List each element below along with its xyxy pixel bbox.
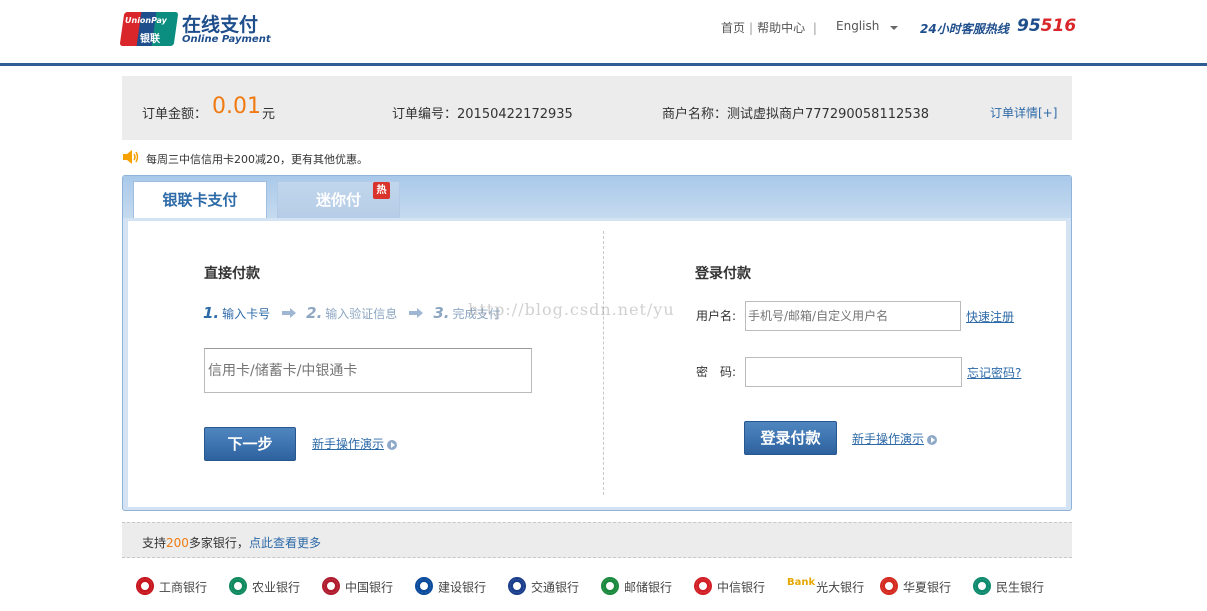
order-number: 订单编号：20150422172935 bbox=[392, 107, 573, 122]
tab-bar: 银联卡支付 迷你付 热 bbox=[123, 176, 1071, 218]
cmbc-icon bbox=[973, 577, 991, 595]
bank-item[interactable]: 中信银行 bbox=[694, 577, 766, 600]
psbc-icon bbox=[601, 577, 619, 595]
register-link[interactable]: 快速注册 bbox=[966, 308, 1014, 325]
hotline-number: 95516 bbox=[1017, 16, 1077, 36]
arrow-right-icon bbox=[409, 308, 424, 318]
card-number-input[interactable] bbox=[204, 348, 532, 393]
bank-name: 民生银行 bbox=[996, 580, 1045, 595]
bank-name: 华夏银行 bbox=[903, 580, 952, 595]
bank-item[interactable]: 工商银行 bbox=[136, 577, 208, 600]
bank-item[interactable]: 华夏银行 bbox=[880, 577, 952, 600]
citic-icon bbox=[694, 577, 712, 595]
password-input[interactable] bbox=[745, 357, 962, 387]
demo-link[interactable]: 新手操作演示 bbox=[852, 430, 938, 447]
hotline-label: 24小时客服热线 bbox=[920, 22, 1009, 36]
bocom-icon bbox=[508, 577, 526, 595]
username-label: 用户名: bbox=[696, 309, 737, 323]
merchant-name: 商户名称：测试虚拟商户777290058112538 bbox=[662, 107, 930, 122]
password-label: 密 码: bbox=[696, 365, 737, 379]
bank-item[interactable]: 民生银行 bbox=[973, 577, 1045, 600]
divider bbox=[603, 231, 604, 495]
panel-body: 直接付款 1.输入卡号2.输入验证信息3.完成支付 下一步 新手操作演示 登录付… bbox=[128, 221, 1066, 507]
chevron-down-icon[interactable] bbox=[890, 26, 898, 30]
login-pay-button[interactable]: 登录付款 bbox=[744, 421, 837, 455]
bank-name: 邮储银行 bbox=[624, 580, 673, 595]
demo-link-label: 新手操作演示 bbox=[312, 437, 385, 451]
nav-help-link[interactable]: 帮助中心 bbox=[757, 21, 805, 35]
boc-icon bbox=[322, 577, 340, 595]
login-pay-title: 登录付款 bbox=[695, 266, 751, 282]
forgot-password-link[interactable]: 忘记密码? bbox=[967, 364, 1021, 381]
demo-link[interactable]: 新手操作演示 bbox=[312, 435, 398, 452]
bank-name: 光大银行 bbox=[816, 580, 865, 595]
bank-list: 工商银行 农业银行 中国银行 建设银行 交通银行 邮储银行 中信银行 Bank光大银行 华夏银行… bbox=[136, 577, 1076, 600]
step-2: 2. 输入验证信息 bbox=[306, 304, 398, 322]
bank-name: 建设银行 bbox=[438, 580, 487, 595]
tab-unionpay-card[interactable]: 银联卡支付 bbox=[133, 181, 267, 218]
bank-name: 农业银行 bbox=[252, 580, 301, 595]
step-indicator: 1. 输入卡号 2. 输入验证信息 3. 完成支付 bbox=[203, 304, 500, 322]
bank-item[interactable]: 建设银行 bbox=[415, 577, 487, 600]
nav-separator: | bbox=[809, 21, 817, 35]
play-icon bbox=[387, 440, 398, 450]
header: UnionPay 银联 在线支付 Online Payment 首页 | 帮助中心 … bbox=[0, 0, 1207, 66]
nav-separator: | bbox=[749, 21, 754, 35]
bank-name: 中信银行 bbox=[717, 580, 766, 595]
bank-item[interactable]: 中国银行 bbox=[322, 577, 394, 600]
bank-support-bar: 支持200多家银行，点此查看更多 bbox=[122, 522, 1072, 558]
direct-pay-title: 直接付款 bbox=[204, 266, 260, 282]
abc-icon bbox=[229, 577, 247, 595]
next-button[interactable]: 下一步 bbox=[204, 427, 296, 461]
hot-badge: 热 bbox=[373, 182, 390, 199]
play-icon bbox=[927, 435, 938, 445]
payment-panel: 银联卡支付 迷你付 热 直接付款 1.输入卡号2.输入验证信息3.完成支付 下一… bbox=[122, 175, 1072, 511]
hxb-icon bbox=[880, 577, 898, 595]
ceb-icon: Bank bbox=[787, 577, 816, 588]
more-banks-link[interactable]: 点此查看更多 bbox=[249, 536, 321, 550]
language-selector[interactable]: English bbox=[836, 19, 879, 33]
bank-item[interactable]: 农业银行 bbox=[229, 577, 301, 600]
order-detail-link[interactable]: 订单详情[+] bbox=[990, 104, 1057, 121]
icbc-icon bbox=[136, 577, 154, 595]
bank-name: 中国银行 bbox=[345, 580, 394, 595]
nav-home-link[interactable]: 首页 bbox=[721, 21, 745, 35]
bank-item[interactable]: 交通银行 bbox=[508, 577, 580, 600]
amount-value: 0.01 bbox=[212, 94, 261, 119]
order-summary: 订单金额： 0.01 元 订单编号：20150422172935 商户名称：测试… bbox=[122, 76, 1072, 140]
unionpay-logo[interactable]: UnionPay 银联 bbox=[119, 12, 179, 46]
bank-item[interactable]: Bank光大银行 bbox=[787, 577, 865, 600]
amount-unit: 元 bbox=[262, 107, 276, 122]
demo-link-label: 新手操作演示 bbox=[852, 432, 925, 446]
username-input[interactable] bbox=[745, 301, 961, 331]
arrow-right-icon bbox=[282, 308, 297, 318]
ccb-icon bbox=[415, 577, 433, 595]
logo-title: 在线支付 bbox=[182, 14, 259, 36]
bank-name: 交通银行 bbox=[531, 580, 580, 595]
bank-item[interactable]: 邮储银行 bbox=[601, 577, 673, 600]
logo-brand-cn: 银联 bbox=[140, 34, 160, 45]
logo-subtitle: Online Payment bbox=[182, 34, 271, 45]
bank-count: 200 bbox=[166, 536, 189, 550]
speaker-icon bbox=[123, 150, 139, 164]
amount-label: 订单金额： bbox=[142, 107, 208, 122]
logo-brand: UnionPay bbox=[125, 16, 167, 25]
bank-support-text: 支持200多家银行，点此查看更多 bbox=[142, 536, 321, 550]
watermark: http://blog.csdn.net/yu bbox=[468, 300, 675, 319]
top-nav: 首页 | 帮助中心 | bbox=[721, 19, 821, 36]
bank-name: 工商银行 bbox=[159, 580, 208, 595]
promo-text: 每周三中信信用卡200减20，更有其他优惠。 bbox=[146, 153, 368, 166]
step-1: 1. 输入卡号 bbox=[203, 304, 271, 322]
